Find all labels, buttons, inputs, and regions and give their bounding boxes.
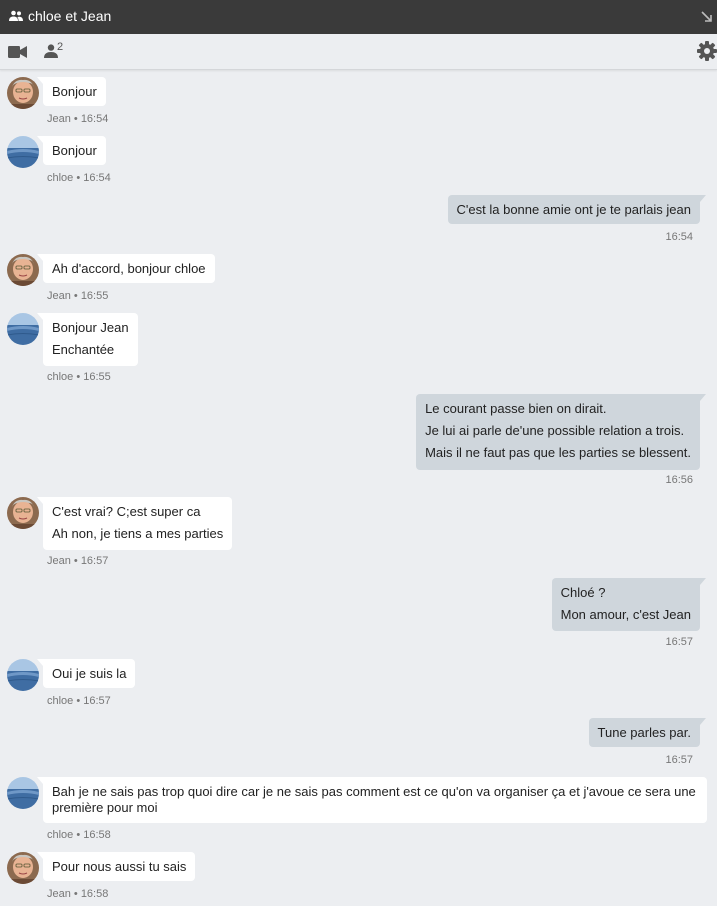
message-text: C'est vrai? C;est super ca [52, 504, 201, 519]
chat-toolbar: 2 [0, 34, 717, 70]
message-bubble-incoming: Ah d'accord, bonjour chloe [37, 254, 215, 283]
message-meta: Jean • 16:57 [47, 555, 109, 567]
chloe-avatar[interactable] [7, 659, 39, 691]
message-meta: chloe • 16:57 [47, 695, 111, 707]
message-text: Enchantée [52, 342, 115, 357]
message-text: Bah je ne sais pas trop quoi dire car je… [52, 784, 696, 815]
jean-avatar[interactable] [7, 254, 39, 286]
message-text: C'est la bonne amie ont je te parlais je… [456, 202, 691, 217]
message-text: Pour nous aussi tu sais [52, 859, 187, 874]
jean-avatar[interactable] [7, 77, 39, 109]
message-meta: 16:56 [665, 474, 693, 486]
message-bubble-incoming: Bonjour [37, 136, 106, 165]
message-meta: 16:57 [665, 754, 693, 766]
message-text: Mon amour, c'est Jean [560, 607, 691, 622]
chloe-avatar[interactable] [7, 777, 39, 809]
message-meta: 16:54 [665, 231, 693, 243]
message-meta: Jean • 16:55 [47, 290, 109, 302]
message-text: Tune parles par. [597, 725, 691, 740]
message-bubble-outgoing: Chloé ? Mon amour, c'est Jean [551, 578, 707, 631]
gear-icon[interactable] [697, 41, 717, 61]
chat-title: chloe et Jean [28, 8, 112, 24]
message-text: Mais il ne faut pas que les parties se b… [425, 445, 691, 460]
message-text: Ah d'accord, bonjour chloe [52, 261, 206, 276]
message-text: Bonjour Jean [52, 320, 129, 335]
message-meta: Jean • 16:54 [47, 113, 109, 125]
participants-count: 2 [57, 41, 64, 53]
message-bubble-outgoing: C'est la bonne amie ont je te parlais je… [447, 195, 707, 224]
message-meta: chloe • 16:58 [47, 829, 111, 841]
chloe-avatar[interactable] [7, 313, 39, 345]
jean-avatar[interactable] [7, 497, 39, 529]
message-text: Le courant passe bien on dirait. [425, 401, 607, 416]
message-text: Bonjour [52, 143, 97, 158]
message-bubble-outgoing: Le courant passe bien on dirait. Je lui … [416, 394, 706, 470]
message-bubble-outgoing: Tune parles par. [588, 718, 707, 747]
message-bubble-incoming: Pour nous aussi tu sais [36, 852, 196, 881]
participants-button[interactable]: 2 [44, 41, 68, 62]
chat-window-titlebar[interactable]: chloe et Jean [0, 0, 717, 34]
message-meta: 16:57 [665, 636, 693, 648]
resize-icon[interactable] [701, 11, 713, 23]
message-meta: chloe • 16:55 [47, 371, 111, 383]
message-meta: Jean • 16:58 [47, 888, 109, 900]
message-text: Oui je suis la [52, 666, 127, 681]
message-text: Bonjour [52, 84, 97, 99]
message-bubble-incoming: Bah je ne sais pas trop quoi dire car je… [37, 777, 707, 823]
message-bubble-incoming: C'est vrai? C;est super ca Ah non, je ti… [36, 497, 233, 550]
message-bubble-incoming: Bonjour [37, 77, 106, 106]
message-meta: chloe • 16:54 [47, 172, 111, 184]
message-bubble-incoming: Oui je suis la [36, 659, 136, 688]
message-text: Ah non, je tiens a mes parties [52, 526, 224, 541]
group-icon [9, 10, 23, 22]
video-camera-icon[interactable] [8, 46, 27, 58]
jean-avatar[interactable] [7, 852, 39, 884]
message-bubble-incoming: Bonjour Jean Enchantée [37, 313, 138, 366]
person-icon [44, 44, 58, 58]
message-text: Je lui ai parle de'une possible relation… [425, 423, 685, 438]
chloe-avatar[interactable] [7, 136, 39, 168]
message-text: Chloé ? [560, 585, 606, 600]
